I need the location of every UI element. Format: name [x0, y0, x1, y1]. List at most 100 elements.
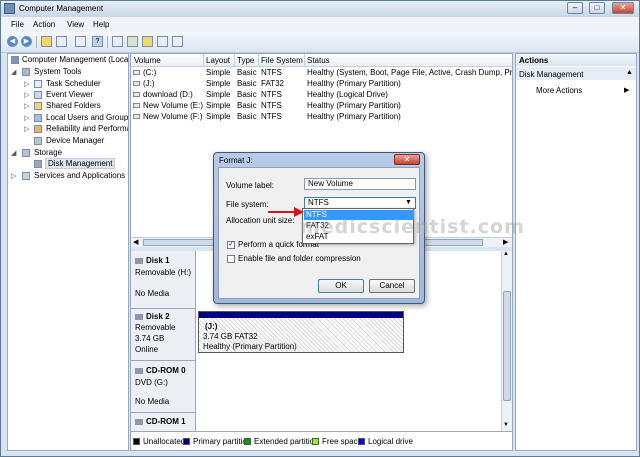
volume-label-input[interactable]: New Volume [304, 178, 416, 190]
shared-folders-icon [34, 102, 42, 110]
expand-arrow-icon[interactable]: ▷ [24, 114, 29, 122]
vertical-scrollbar[interactable]: ▲ ▼ [501, 251, 512, 431]
legend-swatch [358, 438, 365, 445]
cdrom-0-info[interactable]: CD-ROM 0 DVD (G:) No Media [131, 361, 196, 413]
show-hide-tree-icon[interactable] [56, 36, 67, 47]
scroll-down-icon[interactable]: ▼ [503, 422, 509, 428]
actions-header-label: Actions [519, 56, 549, 65]
disk-list-icon[interactable] [112, 36, 123, 47]
legend-item: Free space [312, 437, 362, 446]
volume-layout: Simple [206, 90, 231, 99]
dialog-title: Format J: [219, 156, 253, 165]
cdrom-1-info[interactable]: CD-ROM 1 [131, 413, 196, 431]
column-divider[interactable] [304, 54, 305, 66]
collapse-arrow-icon[interactable]: ◢ [11, 149, 16, 157]
menu-action[interactable]: Action [33, 20, 55, 29]
compression-checkbox[interactable] [227, 255, 235, 263]
submenu-arrow-icon[interactable]: ▶ [624, 86, 629, 94]
table-row[interactable]: download (D:) Simple Basic NTFS Healthy … [131, 89, 512, 100]
properties-icon[interactable] [75, 36, 86, 47]
column-type[interactable]: Type [237, 56, 254, 65]
tree-reliability[interactable]: Reliability and Performa [46, 124, 128, 133]
column-layout[interactable]: Layout [206, 56, 230, 65]
actions-section[interactable]: Disk Management ▲ [516, 67, 636, 80]
legend-label: Logical drive [368, 437, 413, 446]
table-row[interactable]: New Volume (F:) Simple Basic NTFS Health… [131, 111, 512, 122]
collapse-arrow-icon[interactable]: ◢ [11, 68, 16, 76]
partition-j[interactable]: (J:) 3.74 GB FAT32 Healthy (Primary Part… [198, 311, 404, 353]
dialog-close-button[interactable]: ✕ [394, 154, 420, 165]
volume-file-system: NTFS [261, 68, 282, 77]
help-icon[interactable]: ? [92, 36, 103, 47]
ok-button[interactable]: OK [318, 279, 364, 293]
menu-help[interactable]: Help [93, 20, 109, 29]
expand-arrow-icon[interactable]: ▷ [24, 91, 29, 99]
table-row[interactable]: (J:) Simple Basic FAT32 Healthy (Primary… [131, 78, 512, 89]
volume-type: Basic [237, 79, 257, 88]
more-actions-link[interactable]: More Actions [536, 86, 582, 95]
tree-disk-management[interactable]: Disk Management [45, 158, 116, 169]
chevron-down-icon[interactable]: ▼ [405, 198, 412, 208]
cancel-button[interactable]: Cancel [369, 279, 415, 293]
legend-item: Extended partition [244, 437, 319, 446]
title-bar[interactable]: Computer Management – □ ✕ [1, 1, 639, 17]
tree-storage[interactable]: Storage [34, 148, 62, 157]
tree-services[interactable]: Services and Applications [34, 171, 125, 180]
volume-file-system: NTFS [261, 101, 282, 110]
vertical-scroll-thumb[interactable] [503, 291, 511, 401]
column-file-system[interactable]: File System [261, 56, 303, 65]
menu-bar: File Action View Help [1, 17, 639, 32]
cdrom-icon [135, 368, 143, 374]
maximize-button[interactable]: □ [589, 2, 605, 14]
up-folder-icon[interactable] [41, 36, 52, 47]
expand-arrow-icon[interactable]: ▷ [24, 80, 29, 88]
volume-table-header: Volume Layout Type File System Status [131, 54, 512, 67]
disk-management-icon [34, 160, 42, 168]
tree-device-manager[interactable]: Device Manager [46, 136, 104, 145]
navigation-tree: Computer Management (Local ◢ System Tool… [7, 53, 129, 451]
disk-1-info[interactable]: Disk 1 Removable (H:) No Media [131, 251, 196, 309]
column-volume[interactable]: Volume [134, 56, 161, 65]
column-divider[interactable] [203, 54, 204, 66]
volume-status: Healthy (Primary Partition) [307, 112, 401, 121]
column-status[interactable]: Status [307, 56, 330, 65]
disk-2-info[interactable]: Disk 2 Removable 3.74 GB Online [131, 309, 196, 361]
expand-arrow-icon[interactable]: ▷ [24, 102, 29, 110]
volume-type: Basic [237, 112, 257, 121]
tree-root[interactable]: Computer Management (Local [22, 55, 128, 64]
back-arrow-icon[interactable]: ◀ [7, 36, 18, 47]
collapse-arrow-icon[interactable]: ▲ [626, 69, 633, 76]
expand-arrow-icon[interactable]: ▷ [11, 172, 16, 180]
tree-local-users[interactable]: Local Users and Groups [46, 113, 128, 122]
tree-system-tools[interactable]: System Tools [34, 67, 81, 76]
scroll-left-icon[interactable]: ◀ [133, 238, 138, 246]
expand-arrow-icon[interactable]: ▷ [24, 125, 29, 133]
table-row[interactable]: (C:) Simple Basic NTFS Healthy (System, … [131, 67, 512, 78]
close-button[interactable]: ✕ [612, 2, 634, 14]
compression-label[interactable]: Enable file and folder compression [238, 254, 361, 263]
search-icon[interactable] [157, 36, 168, 47]
column-divider[interactable] [258, 54, 259, 66]
view-icon[interactable] [172, 36, 183, 47]
services-icon [22, 172, 30, 180]
scroll-up-icon[interactable]: ▲ [503, 251, 509, 257]
tree-event-viewer[interactable]: Event Viewer [46, 90, 93, 99]
minimize-button[interactable]: – [567, 2, 583, 14]
primary-partition-bar [199, 312, 403, 318]
scroll-right-icon[interactable]: ▶ [503, 238, 508, 246]
forward-arrow-icon[interactable]: ▶ [21, 36, 32, 47]
disk-name: CD-ROM 1 [146, 417, 186, 426]
column-divider[interactable] [234, 54, 235, 66]
table-row[interactable]: New Volume (E:) Simple Basic NTFS Health… [131, 100, 512, 111]
legend-label: Free space [322, 437, 363, 446]
open-folder-icon[interactable] [142, 36, 153, 47]
tree-task-scheduler[interactable]: Task Scheduler [46, 79, 101, 88]
menu-file[interactable]: File [11, 20, 24, 29]
menu-view[interactable]: View [67, 20, 84, 29]
tree-shared-folders[interactable]: Shared Folders [46, 101, 101, 110]
disk-type: Removable (H:) [135, 268, 192, 277]
legend-swatch [183, 438, 190, 445]
quick-format-checkbox[interactable]: ✓ [227, 241, 235, 249]
connect-icon[interactable] [127, 36, 138, 47]
legend-label: Unallocated [143, 437, 186, 446]
